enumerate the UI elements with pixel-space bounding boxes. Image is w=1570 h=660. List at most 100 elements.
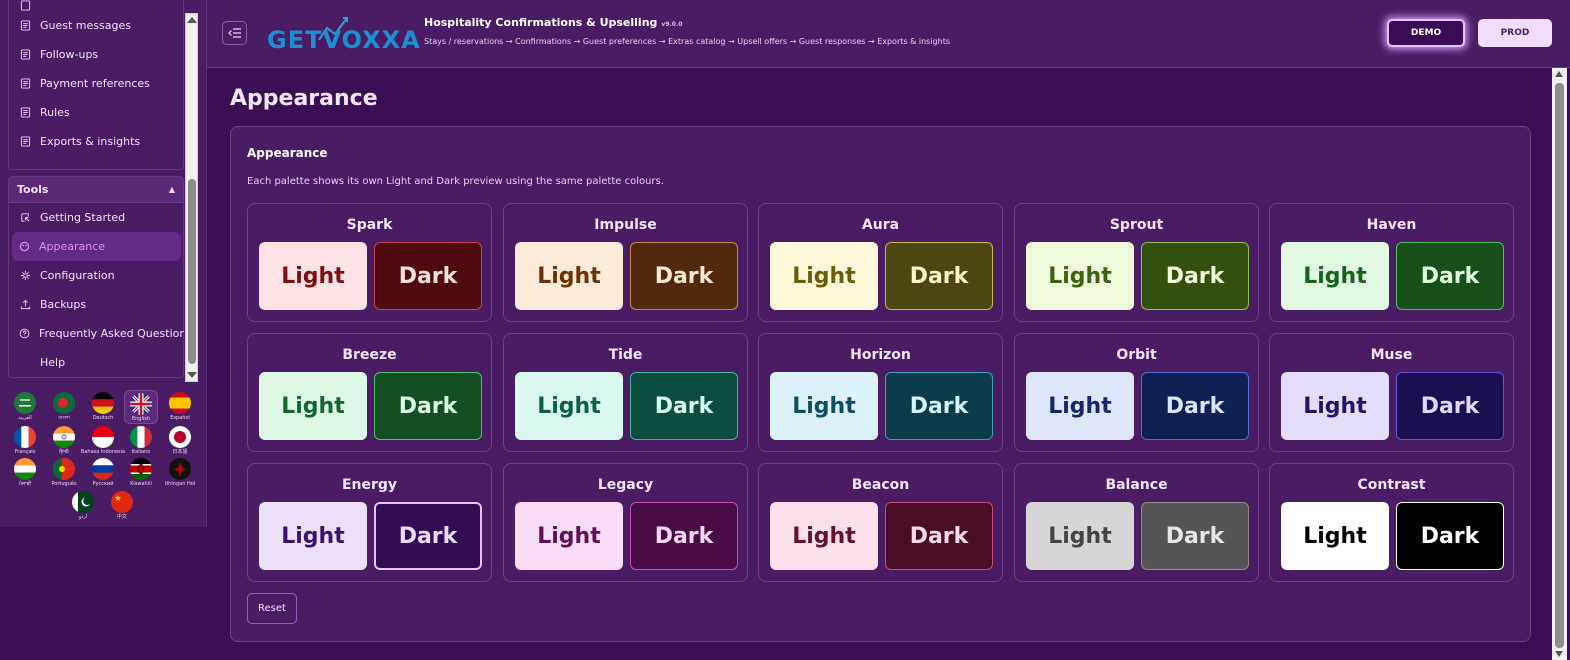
top-header: GETVOXXA Hospitality Confirmations & Ups… xyxy=(207,0,1570,68)
dark-preview-button[interactable]: Dark xyxy=(1141,502,1249,570)
light-preview-button[interactable]: Light xyxy=(770,372,878,440)
dark-preview-button[interactable]: Dark xyxy=(885,372,993,440)
light-preview-button[interactable]: Light xyxy=(770,502,878,570)
sidebar-item-label: Frequently Asked Questions xyxy=(39,327,184,340)
dark-preview-button[interactable]: Dark xyxy=(1141,372,1249,440)
dark-preview-button[interactable]: Dark xyxy=(630,502,738,570)
lang-klingon[interactable]: tlhIngan Hol xyxy=(163,458,197,492)
sidebar-item-exports-insights[interactable]: Exports & insights xyxy=(9,127,183,156)
card-description: Each palette shows its own Light and Dar… xyxy=(247,176,664,187)
palette-card-orbit: Orbit Light Dark xyxy=(1014,333,1259,452)
palette-card-spark: Spark Light Dark xyxy=(247,203,492,322)
light-preview-button[interactable]: Light xyxy=(1026,242,1134,310)
palette-name: Aura xyxy=(861,217,900,233)
light-preview-button[interactable]: Light xyxy=(1026,372,1134,440)
scroll-thumb[interactable] xyxy=(188,179,196,364)
flag-kenya-icon xyxy=(130,458,152,480)
sidebar: Guest messages Follow-ups Payment refere… xyxy=(0,0,207,527)
lang-russian[interactable]: Русский xyxy=(86,458,120,492)
sidebar-item-label: Configuration xyxy=(40,269,115,282)
lang-arabic[interactable]: العربية xyxy=(8,392,42,426)
sidebar-item-backups[interactable]: Backups xyxy=(9,290,183,319)
lang-english[interactable]: English xyxy=(124,390,158,424)
main-scrollbar[interactable] xyxy=(1552,68,1567,660)
palette-name: Spark xyxy=(346,217,393,233)
light-preview-button[interactable]: Light xyxy=(1026,502,1134,570)
scroll-up-icon[interactable] xyxy=(187,17,197,23)
scroll-down-icon[interactable] xyxy=(187,372,197,378)
logo: GETVOXXA xyxy=(267,14,420,54)
flag-portugal-icon xyxy=(53,458,75,480)
scroll-up-icon[interactable] xyxy=(1555,71,1563,77)
tools-group-toggle[interactable]: Tools ▲ xyxy=(9,177,183,203)
sidebar-item-getting-started[interactable]: Getting Started xyxy=(9,203,183,232)
light-preview-button[interactable]: Light xyxy=(515,372,623,440)
light-preview-button[interactable]: Light xyxy=(1281,502,1389,570)
light-preview-button[interactable]: Light xyxy=(1281,242,1389,310)
sidebar-item-rules[interactable]: Rules xyxy=(9,98,183,127)
lang-japanese[interactable]: 日本語 xyxy=(163,426,197,460)
demo-button[interactable]: DEMO xyxy=(1387,19,1465,47)
palette-name: Beacon xyxy=(851,477,910,493)
dark-preview-button[interactable]: Dark xyxy=(885,242,993,310)
light-preview-button[interactable]: Light xyxy=(1281,372,1389,440)
scroll-thumb[interactable] xyxy=(1555,83,1564,648)
light-preview-button[interactable]: Light xyxy=(259,502,367,570)
collapse-sidebar-button[interactable] xyxy=(222,21,247,45)
dark-preview-button[interactable]: Dark xyxy=(1396,372,1504,440)
sidebar-item-configuration[interactable]: Configuration xyxy=(9,261,183,290)
lang-hindi[interactable]: हिन्दी xyxy=(47,426,81,460)
prod-button[interactable]: PROD xyxy=(1478,19,1552,47)
sidebar-scrollbar[interactable] xyxy=(185,13,198,382)
sidebar-item-appearance[interactable]: Appearance xyxy=(12,232,181,261)
dark-preview-button[interactable]: Dark xyxy=(374,242,482,310)
dark-preview-button[interactable]: Dark xyxy=(1141,242,1249,310)
lang-swahili[interactable]: Kiswahili xyxy=(124,458,158,492)
dark-preview-button[interactable]: Dark xyxy=(630,372,738,440)
lang-urdu[interactable]: اردو xyxy=(66,491,100,525)
light-preview-button[interactable]: Light xyxy=(770,242,878,310)
document-icon xyxy=(19,49,31,61)
light-preview-button[interactable]: Light xyxy=(515,242,623,310)
card-title: Appearance xyxy=(247,146,328,160)
lang-indonesian[interactable]: Bahasa Indonesia xyxy=(81,426,125,460)
lang-german[interactable]: Deutsch xyxy=(86,392,120,426)
sidebar-item-label: Backups xyxy=(40,298,87,311)
light-preview-button[interactable]: Light xyxy=(259,372,367,440)
sidebar-item-partial[interactable] xyxy=(9,0,183,11)
sidebar-item-follow-ups[interactable]: Follow-ups xyxy=(9,40,183,69)
dark-preview-button[interactable]: Dark xyxy=(1396,242,1504,310)
palette-name: Contrast xyxy=(1357,477,1426,493)
lang-label: বাংলা xyxy=(58,415,70,421)
lang-label: Bahasa Indonesia xyxy=(80,449,126,455)
dark-preview-button[interactable]: Dark xyxy=(374,502,482,570)
lang-bangla[interactable]: বাংলা xyxy=(47,392,81,426)
lang-punjabi[interactable]: ਪੰਜਾਬੀ xyxy=(8,458,42,492)
dark-preview-button[interactable]: Dark xyxy=(374,372,482,440)
dark-preview-button[interactable]: Dark xyxy=(885,502,993,570)
flag-klingon-icon xyxy=(169,458,191,480)
dark-preview-button[interactable]: Dark xyxy=(1396,502,1504,570)
scroll-down-icon[interactable] xyxy=(1555,651,1563,657)
lang-french[interactable]: Français xyxy=(8,426,42,460)
flag-india-icon xyxy=(53,426,75,448)
lang-spanish[interactable]: Español xyxy=(163,392,197,426)
palette-card-contrast: Contrast Light Dark xyxy=(1269,463,1514,582)
lang-portuguese[interactable]: Português xyxy=(47,458,81,492)
lang-label: English xyxy=(131,416,151,422)
sidebar-item-guest-messages[interactable]: Guest messages xyxy=(9,11,183,40)
sidebar-item-faq[interactable]: Frequently Asked Questions xyxy=(9,319,184,348)
dark-preview-button[interactable]: Dark xyxy=(630,242,738,310)
sidebar-item-help[interactable]: Help xyxy=(9,348,183,377)
palette-name: Tide xyxy=(608,347,643,363)
light-preview-button[interactable]: Light xyxy=(259,242,367,310)
light-preview-button[interactable]: Light xyxy=(515,502,623,570)
palette-card-beacon: Beacon Light Dark xyxy=(758,463,1003,582)
palette-card-impulse: Impulse Light Dark xyxy=(503,203,748,322)
sidebar-item-payment-references[interactable]: Payment references xyxy=(9,69,183,98)
lang-chinese[interactable]: 中文 xyxy=(105,491,139,525)
lang-italian[interactable]: Italiano xyxy=(124,426,158,460)
flag-pakistan-icon xyxy=(72,491,94,513)
reset-button[interactable]: Reset xyxy=(247,593,297,624)
palette-name: Legacy xyxy=(597,477,654,493)
